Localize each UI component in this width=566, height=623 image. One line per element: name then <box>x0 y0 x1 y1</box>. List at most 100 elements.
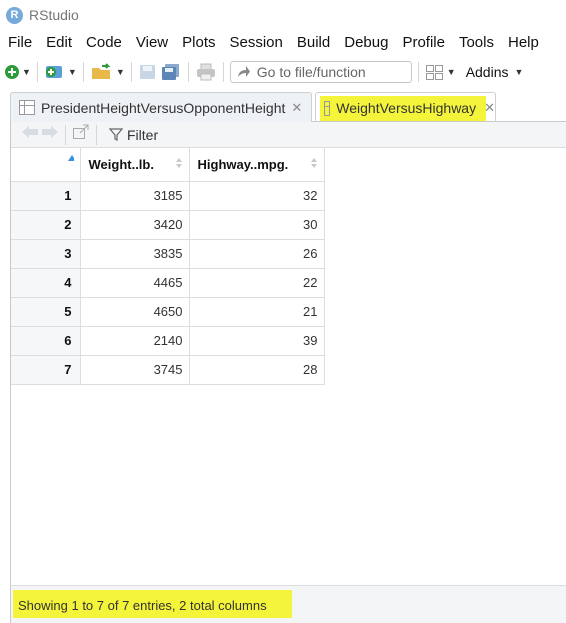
menu-plots[interactable]: Plots <box>176 34 223 51</box>
cell-highway: 32 <box>189 181 325 211</box>
tab-weight-versus-highway[interactable]: WeightVersusHighway ✕ <box>315 92 496 123</box>
rstudio-logo-icon: R <box>6 6 23 24</box>
toolbar-divider <box>187 62 189 82</box>
panes-grid-icon <box>425 65 443 80</box>
entries-status-text: Showing 1 to 7 of 7 entries, 2 total col… <box>18 598 267 613</box>
toolbar-divider <box>65 124 66 145</box>
print-button[interactable] <box>195 61 217 83</box>
new-file-button[interactable]: ▼ <box>4 61 31 83</box>
menu-profile[interactable]: Profile <box>396 34 453 51</box>
column-header-label: Highway..mpg. <box>197 156 289 172</box>
toolbar-divider <box>82 62 84 82</box>
menu-tools[interactable]: Tools <box>453 34 502 51</box>
main-toolbar: ▼ ▼ ▼ ▼ Addins ▼ <box>0 56 566 88</box>
row-number: 1 <box>11 181 81 211</box>
table-row: 1 3185 32 <box>11 181 325 211</box>
row-number: 7 <box>11 355 81 385</box>
cell-weight: 4465 <box>80 268 190 298</box>
table-row: 4 4465 22 <box>11 268 325 298</box>
filter-label: Filter <box>127 126 159 143</box>
menu-session[interactable]: Session <box>224 34 291 51</box>
save-icon <box>139 65 155 79</box>
tab-label: PresidentHeightVersusOpponentHeight <box>41 99 286 116</box>
toolbar-divider <box>36 62 38 82</box>
title-bar: R RStudio <box>0 0 566 30</box>
new-project-button[interactable]: ▼ <box>44 61 77 83</box>
row-number: 6 <box>11 326 81 356</box>
popout-icon[interactable] <box>72 124 90 145</box>
cell-weight: 3835 <box>80 239 190 269</box>
add-circle-icon <box>5 65 19 79</box>
menu-build[interactable]: Build <box>291 34 338 51</box>
menu-bar: File Edit Code View Plots Session Build … <box>0 30 566 54</box>
forward-arrow-icon[interactable] <box>41 125 59 144</box>
filter-button[interactable]: Filter <box>109 127 158 143</box>
viewer-toolbar: Filter <box>11 122 566 148</box>
column-header-highway[interactable]: Highway..mpg. <box>189 148 325 182</box>
data-table-icon <box>324 100 331 116</box>
close-icon[interactable]: ✕ <box>484 100 495 116</box>
table-row: 2 3420 30 <box>11 210 325 240</box>
sort-asc-icon <box>67 155 74 161</box>
chevron-down-icon: ▼ <box>22 67 31 77</box>
table-header-row: Weight..lb. Highway..mpg. <box>11 148 325 182</box>
cell-weight: 3745 <box>80 355 190 385</box>
addins-menu[interactable]: Addins ▼ <box>466 64 524 80</box>
project-icon <box>45 66 62 78</box>
toolbar-divider <box>222 62 224 82</box>
cell-weight: 4650 <box>80 297 190 327</box>
viewer-status-bar: Showing 1 to 7 of 7 entries, 2 total col… <box>11 585 566 623</box>
toolbar-divider <box>130 62 132 82</box>
goto-arrow-icon <box>237 66 250 77</box>
menu-view[interactable]: View <box>130 34 176 51</box>
cell-weight: 3185 <box>80 181 190 211</box>
menu-file[interactable]: File <box>2 34 40 51</box>
cell-weight: 2140 <box>80 326 190 356</box>
row-number: 2 <box>11 210 81 240</box>
funnel-icon <box>109 128 123 141</box>
cell-highway: 21 <box>189 297 325 327</box>
row-number: 3 <box>11 239 81 269</box>
cell-highway: 26 <box>189 239 325 269</box>
close-icon[interactable]: ✕ <box>291 100 302 116</box>
table-row: 5 4650 21 <box>11 297 325 327</box>
goto-input[interactable] <box>256 64 397 80</box>
row-number-header[interactable] <box>11 148 81 182</box>
menu-code[interactable]: Code <box>80 34 130 51</box>
menu-edit[interactable]: Edit <box>40 34 80 51</box>
chevron-down-icon: ▼ <box>446 67 456 77</box>
data-table-icon <box>19 100 35 115</box>
menu-debug[interactable]: Debug <box>338 34 396 51</box>
workspace-panes-button[interactable]: ▼ <box>425 61 456 83</box>
toolbar-divider <box>417 62 419 82</box>
table-row: 6 2140 39 <box>11 326 325 356</box>
cell-highway: 22 <box>189 268 325 298</box>
tab-label: WeightVersusHighway <box>336 100 477 116</box>
cell-highway: 30 <box>189 210 325 240</box>
save-button[interactable] <box>138 61 158 83</box>
chevron-down-icon: ▼ <box>67 67 77 77</box>
print-icon <box>196 63 215 81</box>
table-row: 7 3745 28 <box>11 355 325 385</box>
addins-label: Addins <box>465 64 509 80</box>
sort-icon <box>175 158 182 168</box>
tab-president-height[interactable]: PresidentHeightVersusOpponentHeight ✕ <box>10 92 312 122</box>
menu-help[interactable]: Help <box>502 34 547 51</box>
window-title: RStudio <box>29 7 79 23</box>
cell-highway: 39 <box>189 326 325 356</box>
editor-tab-bar: PresidentHeightVersusOpponentHeight ✕ We… <box>10 92 566 123</box>
data-viewer: Filter Weight..lb. Highway..mpg. 1 3185 … <box>10 122 566 623</box>
save-all-button[interactable] <box>160 61 182 83</box>
cell-weight: 3420 <box>80 210 190 240</box>
save-all-icon <box>161 64 179 80</box>
row-number: 5 <box>11 297 81 327</box>
open-file-button[interactable]: ▼ <box>90 61 125 83</box>
cell-highway: 28 <box>189 355 325 385</box>
chevron-down-icon: ▼ <box>514 67 524 77</box>
data-table: Weight..lb. Highway..mpg. 1 3185 32 2 34… <box>11 148 325 385</box>
column-header-label: Weight..lb. <box>88 156 154 172</box>
goto-file-function-box[interactable] <box>229 61 412 83</box>
back-arrow-icon[interactable] <box>21 125 39 144</box>
chevron-down-icon: ▼ <box>115 67 125 77</box>
column-header-weight[interactable]: Weight..lb. <box>80 148 190 182</box>
